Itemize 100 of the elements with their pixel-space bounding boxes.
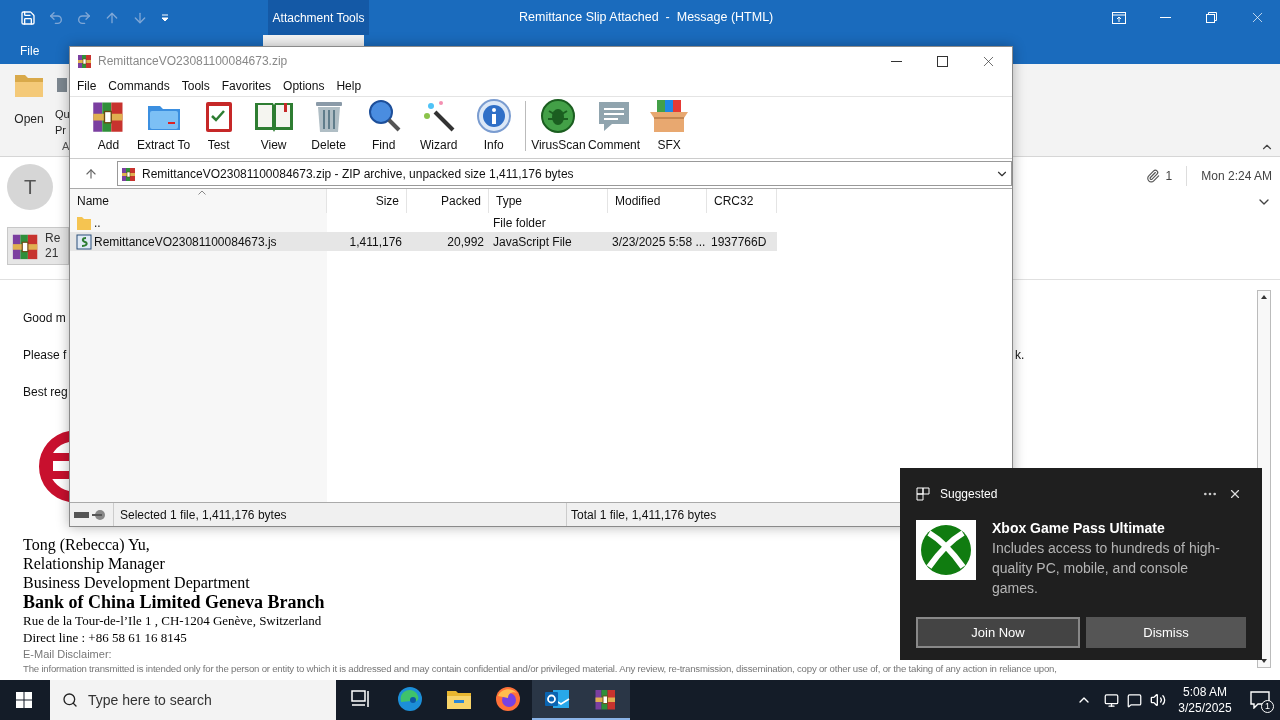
column-header[interactable]: Type [489, 189, 608, 213]
menu-item[interactable]: Commands [108, 76, 170, 95]
taskbar-app[interactable] [532, 680, 581, 720]
swirl-icon [396, 686, 423, 712]
search-icon [62, 692, 78, 708]
menu-item[interactable]: Options [283, 76, 325, 95]
toolbar-button[interactable]: Test [191, 98, 247, 154]
signature-line: Tong (Rebecca) Yu, [23, 535, 150, 554]
books-icon [121, 165, 137, 182]
taskbar-app[interactable] [581, 680, 630, 720]
attachment-size: 21 [45, 246, 60, 261]
box-icon [648, 98, 691, 134]
folder-icon [14, 72, 44, 98]
menu-item[interactable]: Tools [181, 76, 210, 95]
table-cell-text: 1,411,176 [349, 233, 402, 251]
close-icon[interactable] [1228, 487, 1242, 501]
file-row[interactable]: .. File folder [70, 213, 777, 232]
window-title: RemittanceVO23081100084673.zip [98, 53, 288, 70]
menu-item[interactable]: Help [336, 76, 362, 95]
column-header[interactable]: Size [327, 189, 407, 213]
clock[interactable]: 5:08 AM 3/25/2025 [1170, 684, 1240, 716]
window-title: Remittance Slip Attached - Message (HTML) [519, 9, 774, 27]
notification-badge: 1 [1261, 700, 1274, 713]
save-icon[interactable] [20, 9, 36, 26]
task-view-icon [350, 690, 371, 708]
group-label: A [62, 139, 70, 154]
toast-header: Suggested [940, 486, 998, 503]
mail-app-icon [543, 687, 570, 711]
attachment-count: 1 [1165, 168, 1173, 185]
file-tab[interactable]: File [20, 42, 40, 60]
toolbar-button[interactable]: View [246, 98, 302, 154]
open-button[interactable]: Open [8, 72, 50, 128]
ribbon-display-icon [1112, 11, 1126, 24]
up-icon[interactable] [84, 166, 98, 181]
ribbon-button-label: Qu [55, 107, 70, 122]
body-text: Please f [23, 347, 68, 364]
script-file-icon [76, 233, 92, 250]
table-cell-text: .. [94, 214, 101, 232]
toast-title: Xbox Game Pass Ultimate [992, 520, 1166, 536]
ribbon-button-label: Pr [55, 123, 66, 138]
toolbar-button[interactable]: Extract To [136, 98, 192, 154]
body-text: Best reg [23, 384, 69, 401]
chat-icon[interactable] [1127, 692, 1142, 708]
fox-globe-icon [494, 686, 521, 712]
body-text: Good m [23, 310, 67, 327]
attachment-chip[interactable]: Re 21 [7, 227, 69, 265]
windows-icon [16, 692, 32, 708]
monitor-icon[interactable] [1104, 692, 1119, 708]
table-cell-text: File folder [493, 214, 546, 232]
file-row[interactable]: RemittanceVO23081100084673.js 1,411,176 20,992 JavaScript File 3/23/2025 5:58 ... 1937766D [70, 232, 777, 251]
disclaimer-text: E-Mail Disclaimer: [23, 647, 112, 662]
body-text: k. [1015, 347, 1025, 364]
context-tab-group: Attachment Tools [268, 0, 369, 35]
signature-line: Rue de la Tour-de-l’Ile 1 , CH-1204 Genève, Switzerland [23, 612, 322, 629]
toolbar-button[interactable]: Info [466, 98, 522, 154]
column-header[interactable]: Modified [608, 189, 707, 213]
toolbar-button[interactable]: Delete [301, 98, 357, 154]
toast-button[interactable]: Dismiss [1086, 617, 1246, 648]
table-cell-text: 3/23/2025 5:58 ... [612, 233, 706, 251]
path-field[interactable]: RemittanceVO23081100084673.zip - ZIP archive, unpacked size 1,411,176 bytes [117, 161, 1012, 186]
status-text: Selected 1 file, 1,411,176 bytes [120, 506, 288, 524]
status-text: Total 1 file, 1,411,176 bytes [571, 506, 717, 524]
disclaimer-text: The information transmitted is intended only for the person or entity to which it is addressed and may contain confidential and/or privileged material. Any review, re-transmission, dissemination, copy or other use of, or the taking of any action in reliance upon, [23, 662, 1057, 675]
sort-caret-icon [198, 190, 206, 195]
table-cell-text: 20,992 [447, 233, 484, 251]
signature-line: Relationship Manager [23, 554, 165, 573]
toast-body: Includes access to hundreds of high-quality PC, mobile, and console games. [992, 539, 1222, 598]
column-header[interactable]: Name [70, 189, 327, 213]
folder-icon [445, 688, 472, 710]
menu-item[interactable]: Favorites [221, 76, 272, 95]
bug-icon [540, 98, 577, 134]
toolbar-button[interactable]: Find [356, 98, 412, 154]
tiles-icon [916, 487, 930, 501]
minimize-icon [890, 60, 902, 62]
toolbar-button[interactable]: VirusScan [530, 98, 587, 154]
avatar: T [7, 164, 53, 210]
table-cell-text: RemittanceVO23081100084673.js [94, 233, 277, 251]
books-icon [77, 53, 93, 69]
restore-icon [1205, 12, 1217, 23]
toolbar-button[interactable]: SFX [641, 98, 697, 154]
customize-icon[interactable] [160, 12, 170, 23]
info-icon [475, 98, 512, 134]
menu-item[interactable]: File [77, 76, 97, 95]
books-icon [593, 687, 618, 711]
maximize-icon [936, 55, 948, 67]
signature-line: Bank of China Limited Geneva Branch [23, 592, 325, 612]
signature-line: Direct line : +86 58 61 16 8145 [23, 629, 187, 646]
volume-icon[interactable] [1150, 692, 1166, 708]
search-field[interactable]: Type here to search [50, 680, 336, 720]
signature-line: Business Development Department [23, 573, 250, 592]
toolbar-button[interactable]: Add [81, 98, 136, 154]
column-header[interactable]: Packed [407, 189, 489, 213]
paperclip-icon [1145, 169, 1160, 183]
column-header[interactable]: CRC32 [707, 189, 777, 213]
toolbar-button[interactable]: Wizard [411, 98, 467, 154]
toast-button[interactable]: Join Now [916, 617, 1080, 648]
x-ball-icon [919, 523, 973, 577]
minimize-icon [1159, 17, 1171, 18]
toolbar-button[interactable]: Comment [586, 98, 642, 154]
notification-icon[interactable] [1250, 691, 1270, 709]
